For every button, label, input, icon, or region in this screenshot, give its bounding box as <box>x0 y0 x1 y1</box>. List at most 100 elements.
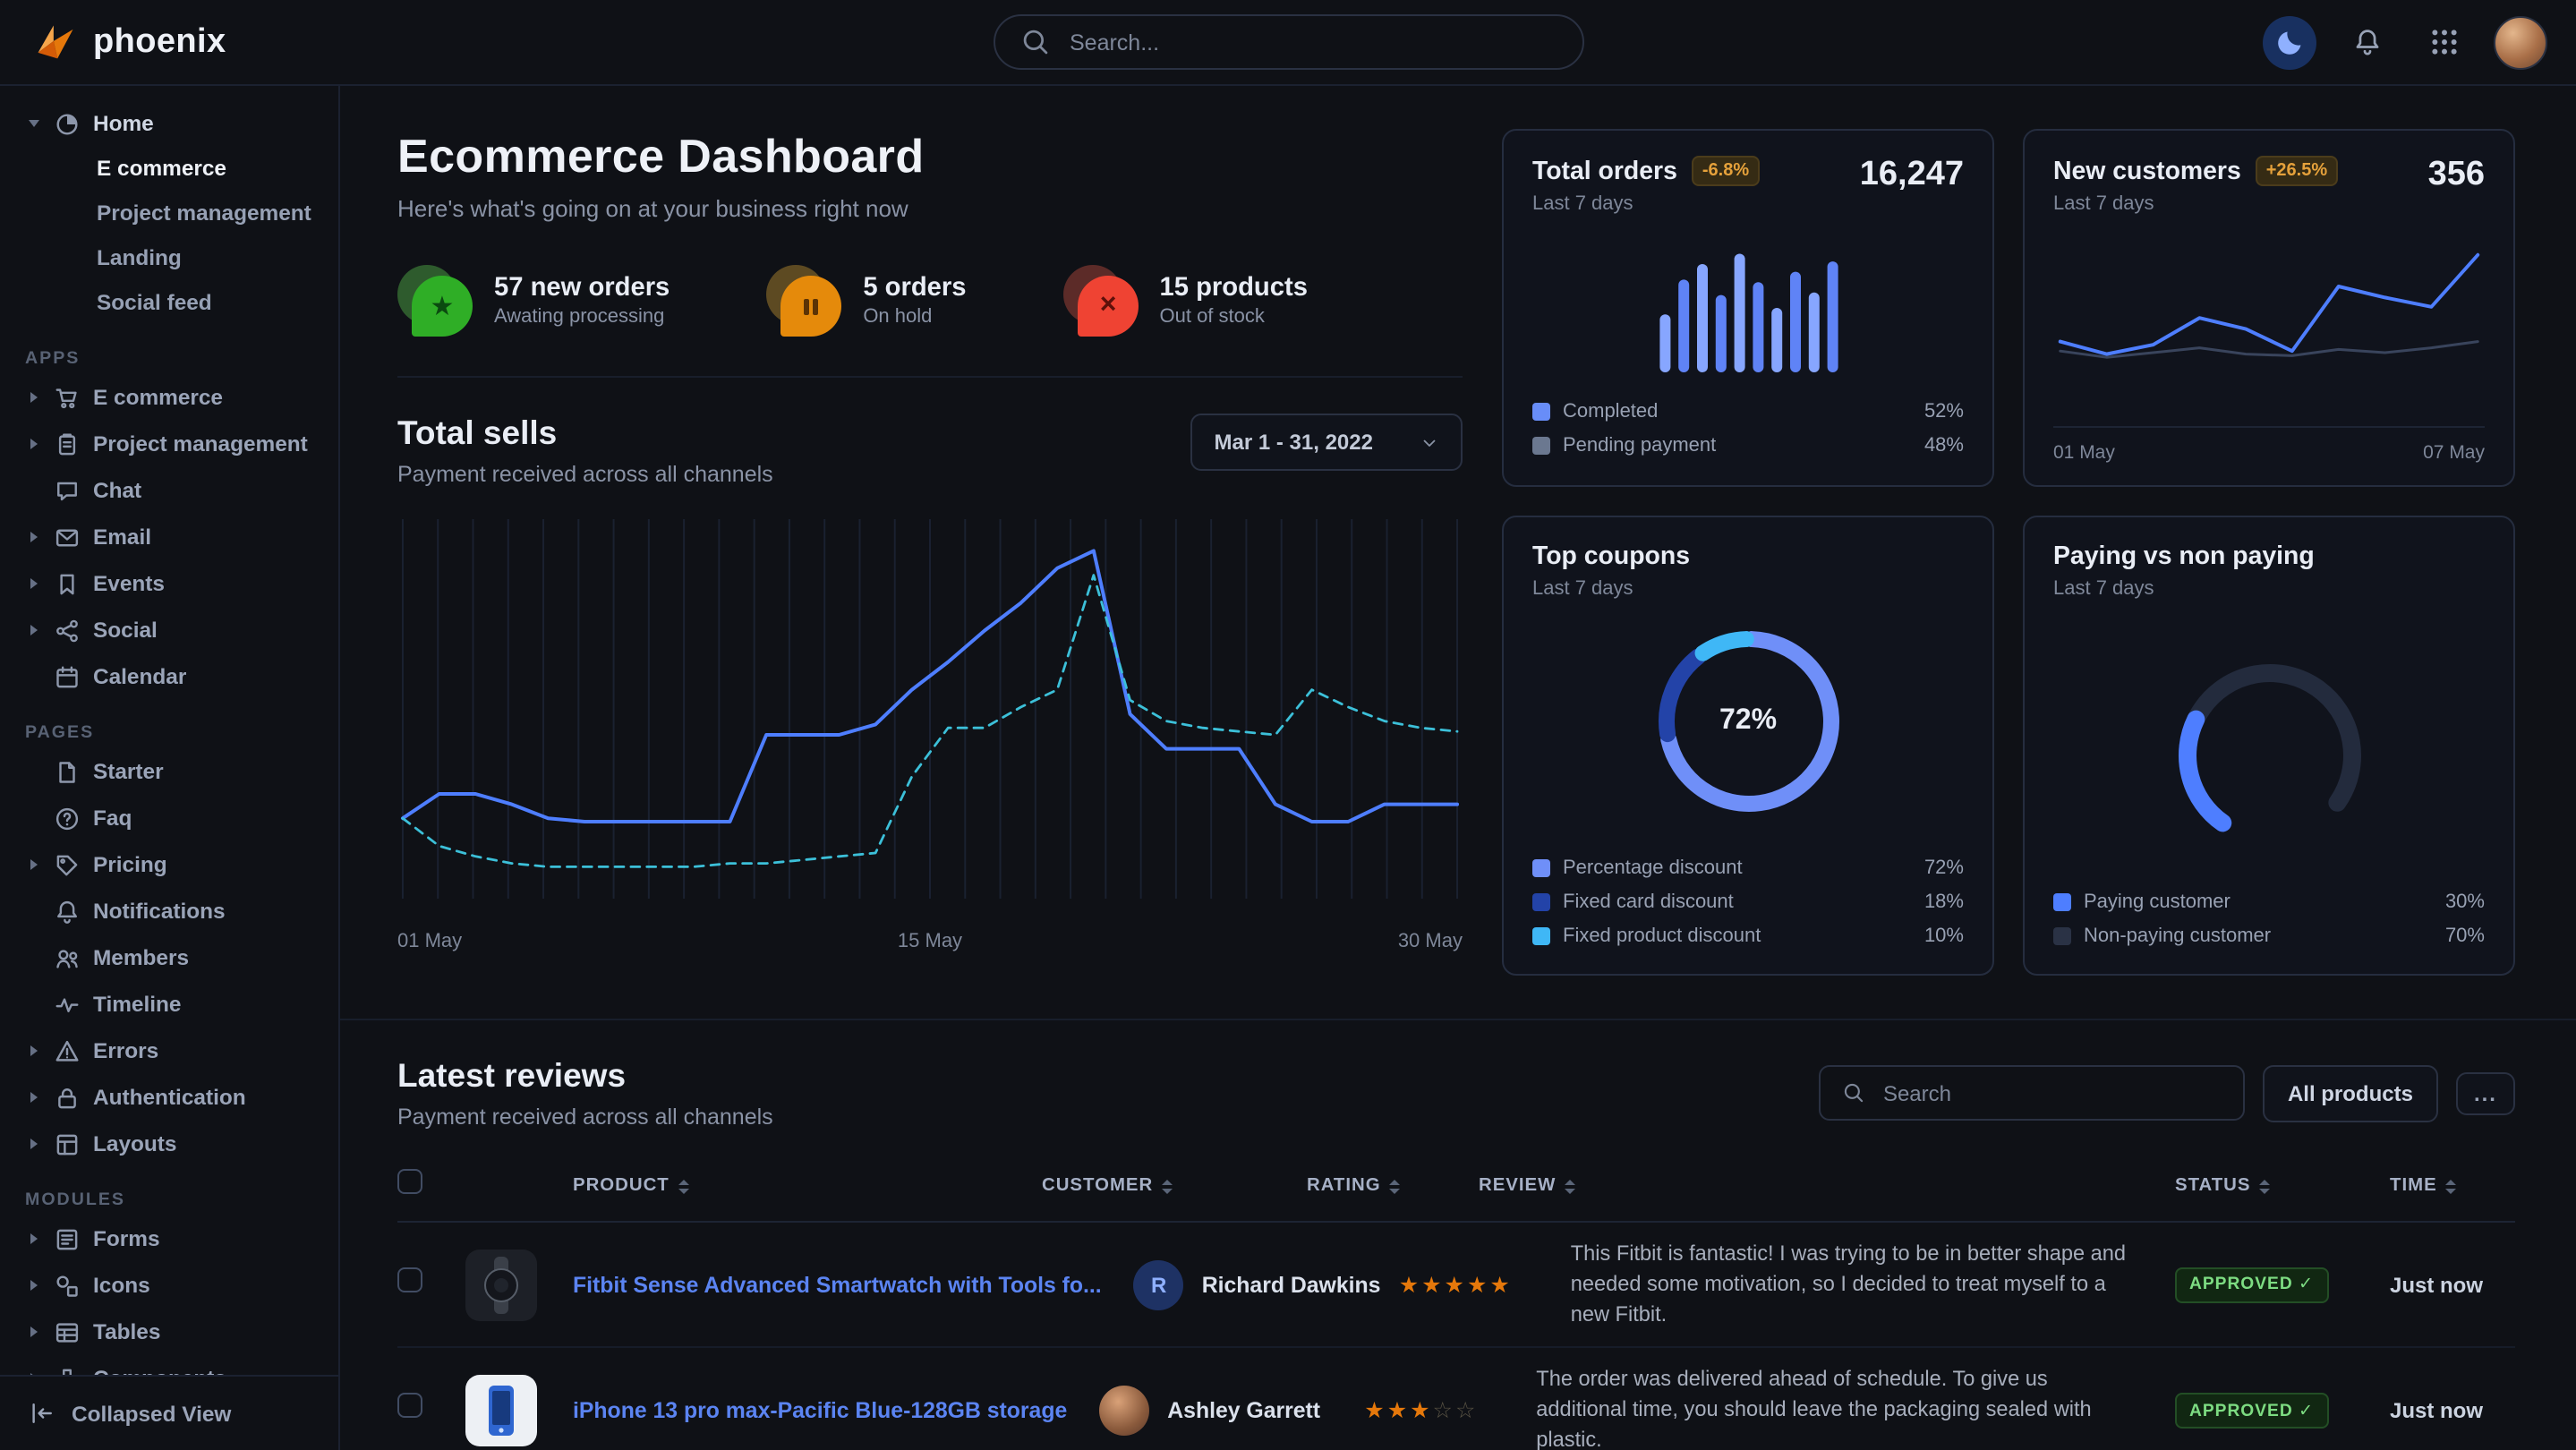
total-sells-chart <box>397 512 1463 920</box>
caret-right-icon <box>30 578 37 589</box>
column-header-product[interactable]: PRODUCT <box>573 1176 1028 1196</box>
caret-right-icon <box>30 1280 37 1291</box>
stats-row: ★ 57 new orders Awating processing 5 ord… <box>397 265 1463 378</box>
user-avatar[interactable] <box>2494 15 2547 69</box>
sidebar-item-members[interactable]: Members <box>0 934 338 981</box>
phoenix-logo-icon <box>32 19 79 65</box>
select-all-checkbox[interactable] <box>397 1169 422 1194</box>
sidebar-item-label: Starter <box>93 759 164 784</box>
product-image[interactable] <box>465 1375 537 1446</box>
customer-avatar <box>1099 1386 1149 1436</box>
collapse-view-toggle[interactable]: Collapsed View <box>0 1375 338 1450</box>
column-header-rating[interactable]: RATING <box>1307 1176 1464 1196</box>
sidebar-item-label: Icons <box>93 1273 150 1298</box>
total-orders-value: 16,247 <box>1860 156 1964 195</box>
sidebar-item-label: Calendar <box>93 664 186 689</box>
sidebar-item-label: Faq <box>93 806 132 831</box>
table-row[interactable]: iPhone 13 pro max-Pacific Blue-128GB sto… <box>397 1349 2515 1450</box>
layout-icon <box>54 1130 81 1157</box>
brand-name: phoenix <box>93 22 226 62</box>
all-products-button[interactable]: All products <box>2263 1064 2438 1122</box>
sidebar-item-forms[interactable]: Forms <box>0 1215 338 1262</box>
file-icon <box>54 758 81 785</box>
sidebar-item-components[interactable]: Components <box>0 1355 338 1375</box>
caret-right-icon <box>30 1326 37 1337</box>
theme-toggle-button[interactable] <box>2263 15 2316 69</box>
product-image[interactable] <box>465 1249 537 1320</box>
bookmark-icon <box>54 570 81 597</box>
total-sells-title: Total sells <box>397 414 773 453</box>
total-orders-card: Total orders -6.8% Last 7 days 16,247 Co… <box>1502 129 1994 487</box>
latest-reviews-section: Latest reviews Payment received across a… <box>340 1019 2576 1450</box>
total-orders-chart <box>1578 233 1918 376</box>
x-icon: × <box>1063 265 1139 337</box>
sidebar-item-faq[interactable]: Faq <box>0 795 338 841</box>
sidebar-item-landing[interactable]: Landing <box>0 236 338 281</box>
search-icon <box>1842 1081 1865 1105</box>
help-icon <box>54 805 81 832</box>
status-badge: APPROVED ✓ <box>2175 1393 2328 1429</box>
moon-icon <box>2274 27 2305 57</box>
sidebar-item-tables[interactable]: Tables <box>0 1309 338 1355</box>
sidebar-item-pricing[interactable]: Pricing <box>0 841 338 888</box>
column-header-time[interactable]: TIME <box>2390 1176 2515 1196</box>
search-input[interactable] <box>1066 28 1557 56</box>
top-coupons-chart: 72% <box>1644 618 1852 825</box>
column-header-customer[interactable]: CUSTOMER <box>1042 1176 1292 1196</box>
sidebar-item-home[interactable]: Home <box>0 100 338 147</box>
sidebar-item-e-commerce[interactable]: E commerce <box>0 147 338 192</box>
caret-right-icon <box>30 1139 37 1149</box>
trend-badge: -6.8% <box>1692 156 1760 186</box>
rating-stars: ★★★☆☆ <box>1364 1397 1522 1424</box>
sidebar-item-starter[interactable]: Starter <box>0 748 338 795</box>
reviews-search[interactable] <box>1819 1065 2245 1121</box>
sidebar-item-errors[interactable]: Errors <box>0 1028 338 1074</box>
sidebar-item-label: Authentication <box>93 1085 246 1110</box>
brand[interactable]: phoenix <box>32 19 226 65</box>
new-customers-x-axis: 01 May07 May <box>2053 426 2485 464</box>
sidebar-item-events[interactable]: Events <box>0 560 338 607</box>
sidebar-item-authentication[interactable]: Authentication <box>0 1074 338 1121</box>
sidebar-item-icons[interactable]: Icons <box>0 1262 338 1309</box>
product-link[interactable]: Fitbit Sense Advanced Smartwatch with To… <box>573 1272 1120 1297</box>
share-icon <box>54 617 81 644</box>
sidebar-item-project-management[interactable]: Project management <box>0 192 338 236</box>
trend-badge: +26.5% <box>2256 156 2338 186</box>
sidebar-item-layouts[interactable]: Layouts <box>0 1121 338 1167</box>
reviews-table-body: Fitbit Sense Advanced Smartwatch with To… <box>397 1223 2515 1450</box>
caret-right-icon <box>30 1045 37 1056</box>
sidebar-item-social-feed[interactable]: Social feed <box>0 281 338 326</box>
sidebar-item-chat[interactable]: Chat <box>0 467 338 514</box>
sidebar-item-calendar[interactable]: Calendar <box>0 653 338 700</box>
clipboard-icon <box>54 431 81 457</box>
apps-grid-button[interactable] <box>2417 15 2470 69</box>
global-search[interactable] <box>993 14 1583 70</box>
notifications-button[interactable] <box>2340 15 2393 69</box>
sidebar-item-email[interactable]: Email <box>0 514 338 560</box>
column-header-status[interactable]: STATUS <box>2175 1176 2376 1196</box>
column-header-review[interactable]: REVIEW <box>1479 1176 2161 1196</box>
sidebar-item-label: Home <box>93 111 154 136</box>
customer-name: Richard Dawkins <box>1202 1272 1381 1297</box>
sidebar-item-e-commerce[interactable]: E commerce <box>0 374 338 421</box>
row-checkbox[interactable] <box>397 1267 422 1292</box>
sidebar-item-label: Project management <box>93 431 308 456</box>
more-options-button[interactable]: ... <box>2456 1071 2515 1114</box>
sidebar-item-label: Timeline <box>93 992 181 1017</box>
table-row[interactable]: Fitbit Sense Advanced Smartwatch with To… <box>397 1223 2515 1349</box>
new-customers-value: 356 <box>2428 156 2485 195</box>
sidebar-item-timeline[interactable]: Timeline <box>0 981 338 1028</box>
sidebar-item-project-management[interactable]: Project management <box>0 421 338 467</box>
legend-item: Completed52% <box>1532 394 1964 428</box>
card-title: Top coupons <box>1532 542 1690 571</box>
date-range-select[interactable]: Mar 1 - 31, 2022 <box>1191 414 1463 471</box>
sidebar-item-notifications[interactable]: Notifications <box>0 888 338 934</box>
review-text: The order was delivered ahead of schedul… <box>1536 1365 2161 1450</box>
row-checkbox[interactable] <box>397 1394 422 1419</box>
sidebar-item-social[interactable]: Social <box>0 607 338 653</box>
sidebar-section-apps: APPS <box>0 349 338 369</box>
product-link[interactable]: iPhone 13 pro max-Pacific Blue-128GB sto… <box>573 1398 1085 1423</box>
legend-item: Fixed card discount18% <box>1532 884 1964 918</box>
reviews-search-input[interactable] <box>1880 1079 2222 1107</box>
total-sells-x-axis: 01 May 15 May 30 May <box>397 931 1463 952</box>
